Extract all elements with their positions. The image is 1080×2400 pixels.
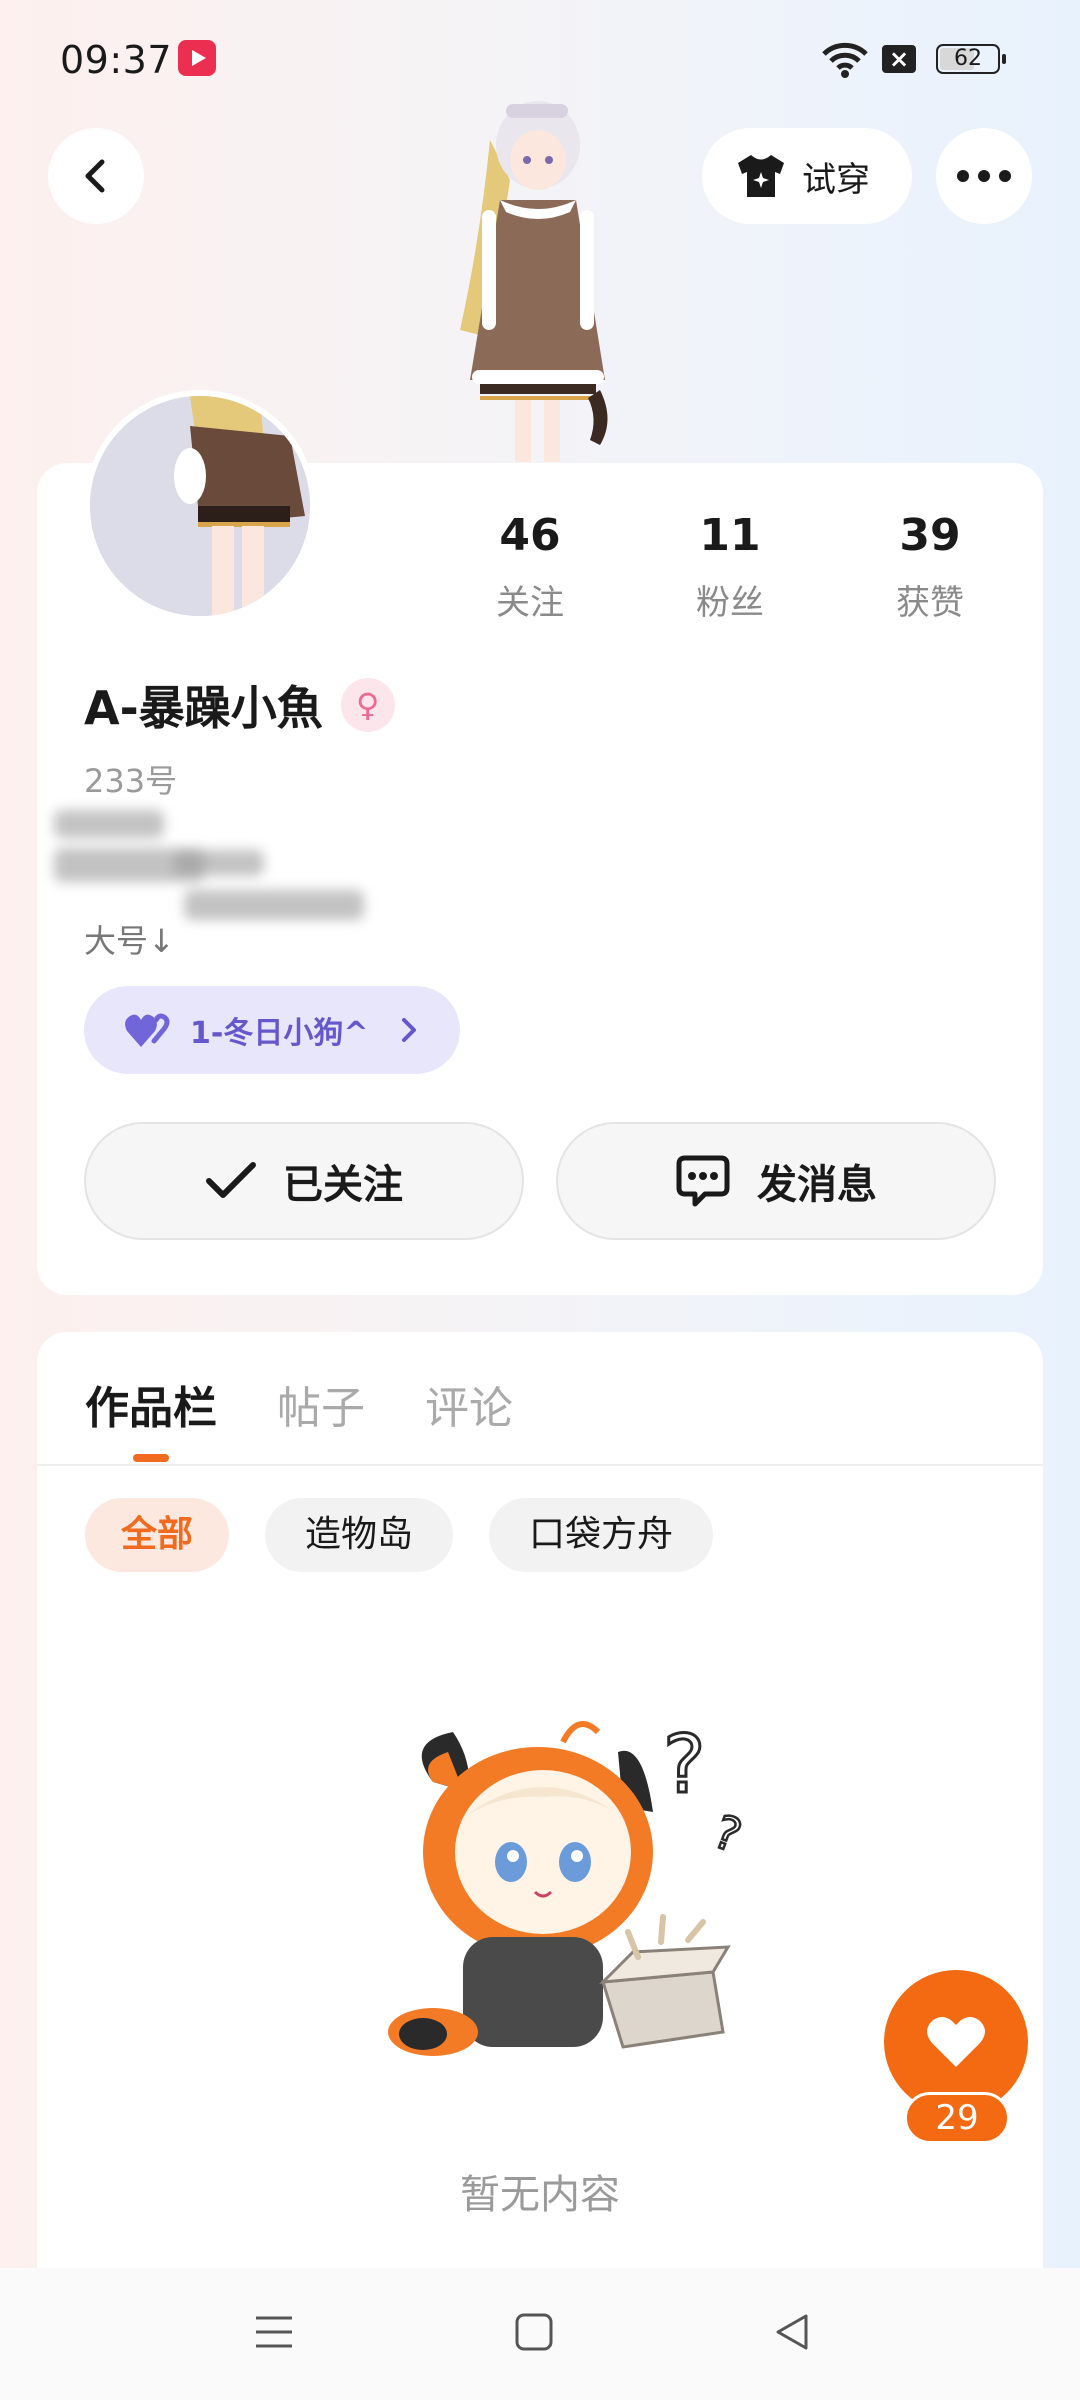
- family-tag[interactable]: 1-冬日小狗^: [84, 986, 460, 1074]
- more-button[interactable]: [936, 128, 1032, 224]
- chip-pocket-ark[interactable]: 口袋方舟: [489, 1498, 714, 1572]
- chip-creation-island[interactable]: 造物岛: [265, 1498, 454, 1572]
- tab-works[interactable]: 作品栏: [85, 1372, 217, 1436]
- back-nav-icon[interactable]: [772, 2312, 812, 2352]
- works-card: 作品栏 帖子 评论 全部 造物岛 口袋方舟 ? ? 暂无内容: [37, 1332, 1043, 2400]
- send-message-label: 发消息: [757, 1162, 877, 1208]
- home-icon[interactable]: [514, 2312, 554, 2352]
- heart-icon: [927, 2017, 985, 2067]
- wifi-icon: [822, 42, 868, 78]
- tabs-divider: [37, 1464, 1043, 1466]
- stat-value: 11: [699, 510, 761, 561]
- avatar-image: [90, 396, 310, 616]
- empty-state-illustration: ? ?: [388, 1717, 750, 2056]
- stat-followers[interactable]: 11 粉丝: [630, 510, 830, 624]
- stat-label: 获赞: [896, 583, 964, 623]
- checkmark-icon: [206, 1162, 256, 1198]
- chat-bubble-icon: [676, 1155, 730, 1207]
- female-gender-icon: ♀: [340, 678, 395, 732]
- svg-text:?: ?: [707, 1804, 748, 1863]
- profile-stats: 46 关注 11 粉丝 39 获赞: [430, 510, 1030, 624]
- stat-value: 46: [499, 510, 561, 561]
- stat-likes[interactable]: 39 获赞: [830, 510, 1030, 624]
- user-bio: 大号↓: [84, 922, 175, 960]
- followed-label: 已关注: [283, 1162, 403, 1208]
- tab-posts[interactable]: 帖子: [277, 1372, 365, 1436]
- empty-state-text: 暂无内容: [460, 2172, 620, 2218]
- send-message-button[interactable]: 发消息: [556, 1122, 996, 1240]
- video-app-icon: [178, 40, 216, 76]
- tab-comments[interactable]: 评论: [425, 1372, 513, 1436]
- svg-text:?: ?: [663, 1718, 705, 1811]
- chip-all[interactable]: 全部: [85, 1498, 230, 1572]
- try-on-button[interactable]: 试穿: [702, 128, 912, 224]
- chevron-left-icon: [85, 159, 105, 193]
- user-avatar[interactable]: [84, 390, 316, 622]
- menu-icon[interactable]: [254, 2312, 294, 2352]
- like-count: 29: [904, 2092, 1010, 2144]
- battery-icon: 62: [936, 44, 1006, 74]
- username-row: A-暴躁小魚 ♀: [84, 672, 395, 738]
- tshirt-icon: [738, 155, 784, 197]
- followed-button[interactable]: 已关注: [84, 1122, 524, 1240]
- category-chips: 全部 造物岛 口袋方舟: [85, 1498, 714, 1572]
- try-on-label: 试穿: [802, 159, 870, 200]
- back-button[interactable]: [48, 128, 144, 224]
- content-tabs: 作品栏 帖子 评论: [85, 1372, 513, 1436]
- status-time: 09:37: [60, 38, 173, 82]
- more-dots-icon: [957, 170, 1011, 182]
- system-nav-bar: [0, 2268, 1080, 2400]
- avatar-figure: [460, 101, 608, 462]
- username: A-暴躁小魚: [84, 681, 323, 735]
- chevron-right-icon: [402, 1018, 417, 1042]
- stat-following[interactable]: 46 关注: [430, 510, 630, 624]
- stat-label: 粉丝: [696, 583, 764, 623]
- double-heart-icon: [125, 1013, 170, 1047]
- no-sim-icon: ×: [882, 45, 916, 73]
- stat-value: 39: [899, 510, 961, 561]
- family-tag-label: 1-冬日小狗^: [190, 1016, 369, 1051]
- stat-label: 关注: [496, 583, 564, 623]
